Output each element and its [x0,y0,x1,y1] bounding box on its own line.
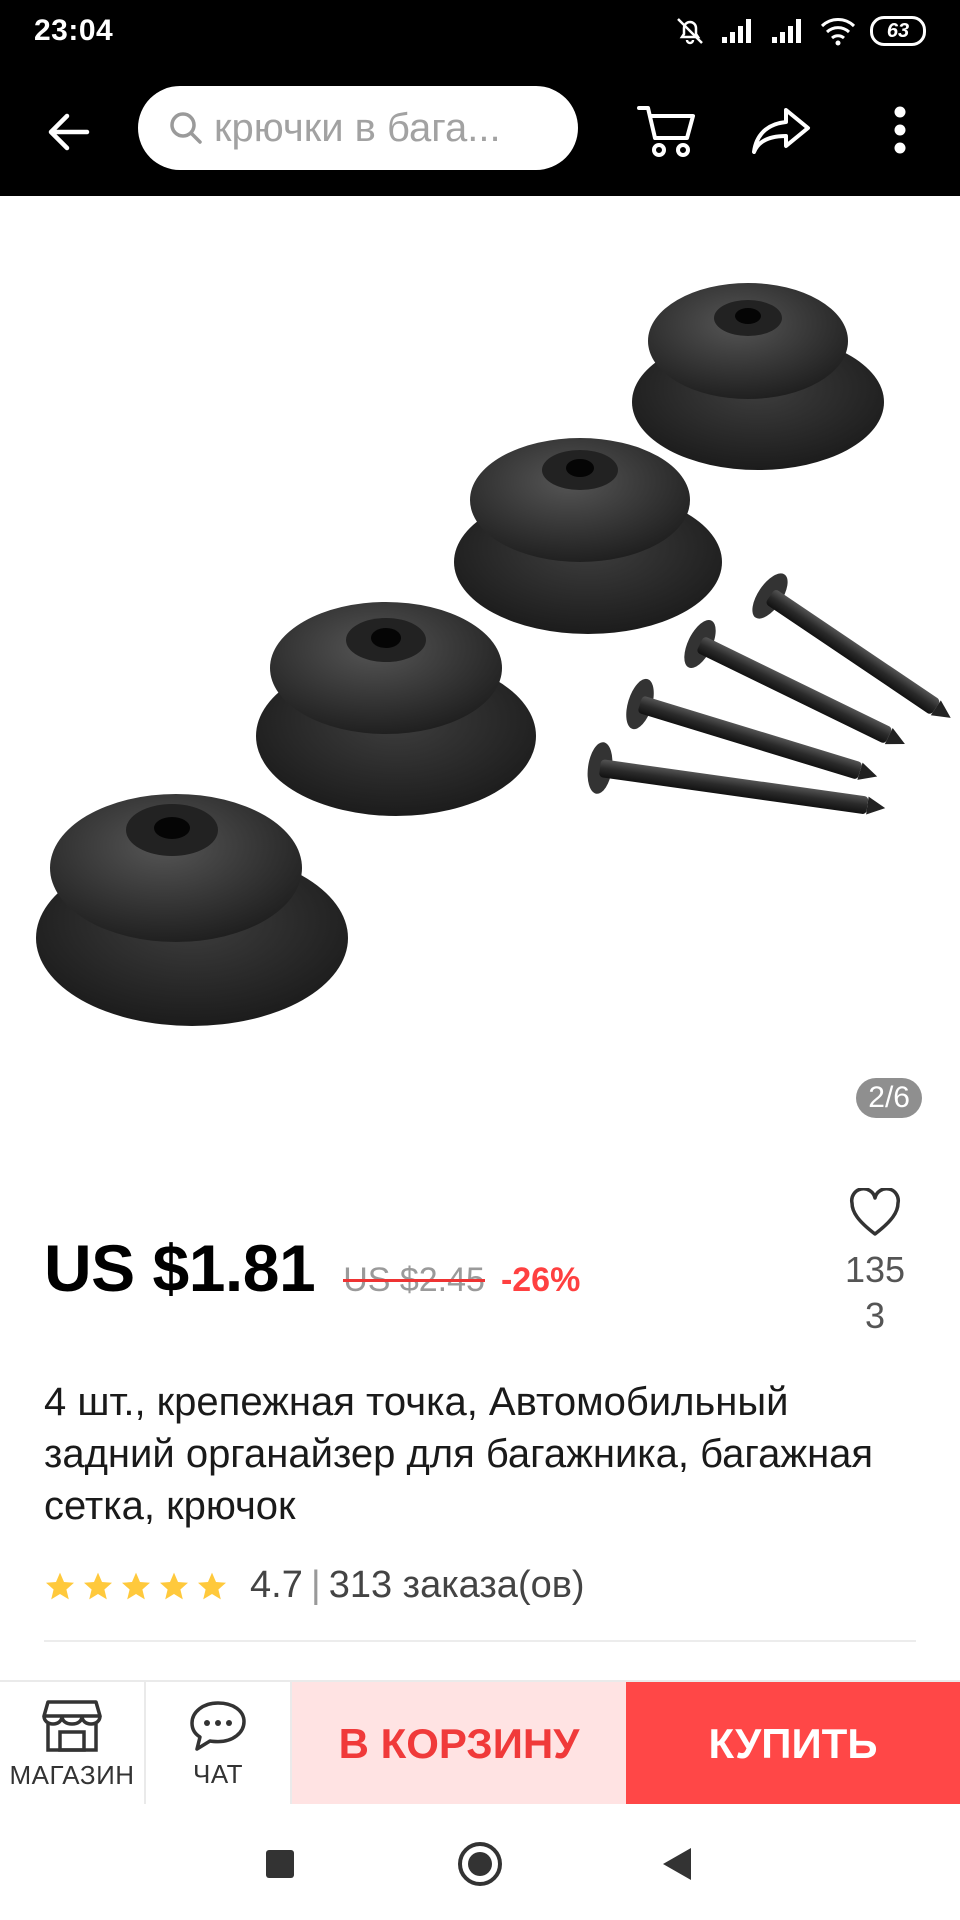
back-arrow-icon [48,113,90,151]
orders-count: 313 заказа(ов) [328,1564,585,1606]
chat-label: ЧАТ [192,1758,244,1789]
status-icons: 63 [674,15,926,47]
cart-icon [637,106,695,157]
share-button[interactable] [748,100,814,160]
fastener-2 [256,602,536,816]
signal-icon [772,19,801,43]
home-icon [458,1842,502,1886]
wishlist-count: 1353 [844,1249,906,1336]
battery-level: 63 [886,19,910,42]
star-icon [46,1572,74,1599]
store-button[interactable]: МАГАЗИН [0,1682,146,1806]
buy-now-button[interactable]: КУПИТЬ [626,1682,960,1806]
share-icon [752,108,810,154]
add-to-cart-button[interactable]: В КОРЗИНУ [292,1682,626,1806]
store-icon [42,1699,102,1752]
fastener-3 [454,438,722,634]
signal-icon [722,19,751,43]
fastener-1 [36,794,348,1026]
mute-icon [677,18,703,45]
action-bar: МАГАЗИН ЧАТ В КОРЗИНУ КУПИТЬ [0,1680,960,1806]
star-icon [122,1572,150,1599]
status-time: 23:04 [34,14,114,47]
product-title: 4 шт., крепежная точка, Автомобильный за… [44,1380,874,1528]
price-row: US $1.81 US $2.45 -26% [44,1230,580,1306]
chat-button[interactable]: ЧАТ [146,1682,292,1806]
battery-icon: 63 [870,16,926,46]
chat-icon [190,1700,246,1751]
add-to-cart-label: В КОРЗИНУ [338,1720,580,1767]
search-icon [170,112,202,144]
home-button[interactable] [454,1838,506,1890]
app-bar: крючки в бага... [0,62,960,196]
back-system-button[interactable] [650,1838,702,1890]
more-icon [894,106,906,154]
rating-value: 4.7 [250,1564,303,1606]
discount-badge: -26% [500,1261,581,1299]
star-icon [160,1572,188,1599]
system-nav-bar [0,1804,960,1920]
rating-separator: | [310,1564,321,1606]
more-button[interactable] [870,100,930,160]
cart-button[interactable] [634,100,700,160]
current-price: US $1.81 [44,1231,316,1305]
back-triangle-icon [663,1848,691,1880]
wishlist-button[interactable]: 1353 [830,1187,920,1339]
search-placeholder: крючки в бага... [214,105,501,150]
fastener-4 [632,283,884,470]
star-icon [84,1572,112,1599]
status-bar: 23:04 63 [0,0,960,62]
divider [44,1640,916,1642]
buy-now-label: КУПИТЬ [708,1720,878,1767]
search-input[interactable]: крючки в бага... [138,86,578,170]
recents-button[interactable] [254,1838,306,1890]
rating-row[interactable]: 4.7 | 313 заказа(ов) [44,1564,585,1607]
product-gallery[interactable]: 2/6 [0,196,960,1156]
product-image [36,283,951,1026]
star-icon [198,1572,226,1599]
original-price: US $2.45 [343,1261,485,1299]
recents-icon [266,1850,294,1878]
store-label: МАГАЗИН [9,1759,135,1790]
rating-stars [44,1570,228,1602]
back-button[interactable] [38,102,98,162]
wifi-icon [820,18,856,46]
heart-icon [849,1187,901,1236]
image-counter: 2/6 [856,1078,922,1118]
